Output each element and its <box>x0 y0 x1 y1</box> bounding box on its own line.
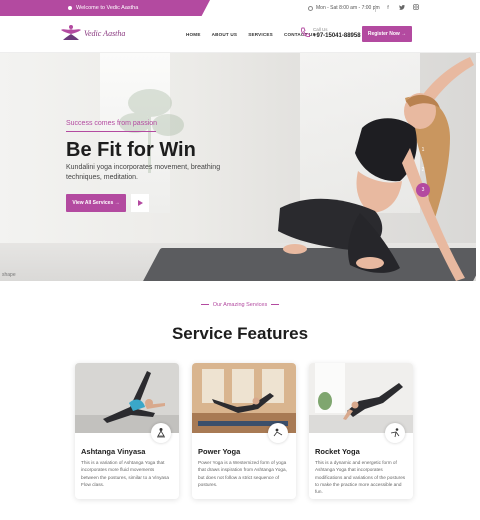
card-title: Ashtanga Vinyasa <box>81 447 146 456</box>
hero-description: Kundalini yoga incorporates movement, br… <box>66 164 221 182</box>
slide-dot-3[interactable]: 3 <box>416 183 430 197</box>
hero-banner: Success comes from passion Be Fit for Wi… <box>0 53 476 281</box>
slide-dot-1[interactable]: 1 <box>416 143 430 157</box>
divider <box>375 5 376 12</box>
facebook-icon[interactable]: f <box>384 5 392 11</box>
view-all-services-button[interactable]: View All Services → <box>66 194 126 212</box>
card-title: Power Yoga <box>198 447 241 456</box>
yoga-woman-image <box>278 57 474 281</box>
service-card-ashtanga-vinyasa[interactable]: Ashtanga Vinyasa This is a variation of … <box>75 363 179 499</box>
welcome-text: Welcome to Vedic Aastha <box>76 5 139 11</box>
top-bar: Welcome to Vedic Aastha Mon - Sat 8:00 a… <box>0 0 480 16</box>
hero-title: Be Fit for Win <box>66 139 196 161</box>
welcome-banner: Welcome to Vedic Aastha <box>0 0 210 16</box>
nav-about-us[interactable]: ABOUT US <box>212 32 238 37</box>
yoga-pose-icon <box>151 423 171 443</box>
business-hours: Mon - Sat 8:00 am - 7:00 pm <box>308 0 380 16</box>
logo-text: Vedic Aastha <box>84 28 126 38</box>
hours-text: Mon - Sat 8:00 am - 7:00 pm <box>316 5 380 11</box>
broken-image-alt-text: shape <box>2 272 16 278</box>
site-header: Vedic Aastha HOME ABOUT US SERVICES CONT… <box>0 16 480 53</box>
social-links: f <box>384 0 420 16</box>
card-text: Power Yoga is a Westernized form of yoga… <box>198 460 287 487</box>
subtitle-line-right <box>271 304 280 305</box>
card-text: This is a dynamic and energetic form of … <box>315 460 406 495</box>
main-nav: HOME ABOUT US SERVICES CONTACT US <box>186 16 316 53</box>
features-title: Service Features <box>171 324 309 343</box>
phone-icon <box>301 27 310 37</box>
slider-pagination: 1 2 3 <box>416 143 432 203</box>
service-card-rocket-yoga[interactable]: Rocket Yoga This is a dynamic and energe… <box>309 363 413 499</box>
service-card-power-yoga[interactable]: Power Yoga Power Yoga is a Westernized f… <box>192 363 296 499</box>
nav-services[interactable]: SERVICES <box>248 32 273 37</box>
yoga-pose-icon <box>385 423 405 443</box>
yoga-pose-icon <box>268 423 288 443</box>
twitter-icon[interactable] <box>398 4 406 12</box>
call-number[interactable]: +97-15041-88958 <box>313 33 361 39</box>
instagram-icon[interactable] <box>412 4 420 12</box>
lotus-icon <box>68 6 72 10</box>
call-label: Call Us <box>313 27 328 32</box>
features-subtitle: Our Amazing Services <box>0 302 480 308</box>
subtitle-line-left <box>200 304 209 305</box>
play-video-button[interactable] <box>131 194 149 212</box>
nav-home[interactable]: HOME <box>186 32 201 37</box>
card-text: This is a variation of Ashtanga Yoga tha… <box>81 460 169 487</box>
features-subtitle-text: Our Amazing Services <box>212 302 268 308</box>
tagline-underline <box>66 131 156 132</box>
yoga-pose-logo-icon <box>61 25 81 40</box>
call-us[interactable]: Call Us +97-15041-88958 <box>300 27 361 39</box>
play-icon <box>137 200 143 206</box>
clock-icon <box>308 5 313 11</box>
logo[interactable]: Vedic Aastha <box>60 24 125 42</box>
register-now-button[interactable]: Register Now → <box>362 26 412 42</box>
slide-dot-2[interactable]: 2 <box>416 163 430 177</box>
hero-tagline: Success comes from passion <box>66 120 158 127</box>
card-title: Rocket Yoga <box>315 447 360 456</box>
